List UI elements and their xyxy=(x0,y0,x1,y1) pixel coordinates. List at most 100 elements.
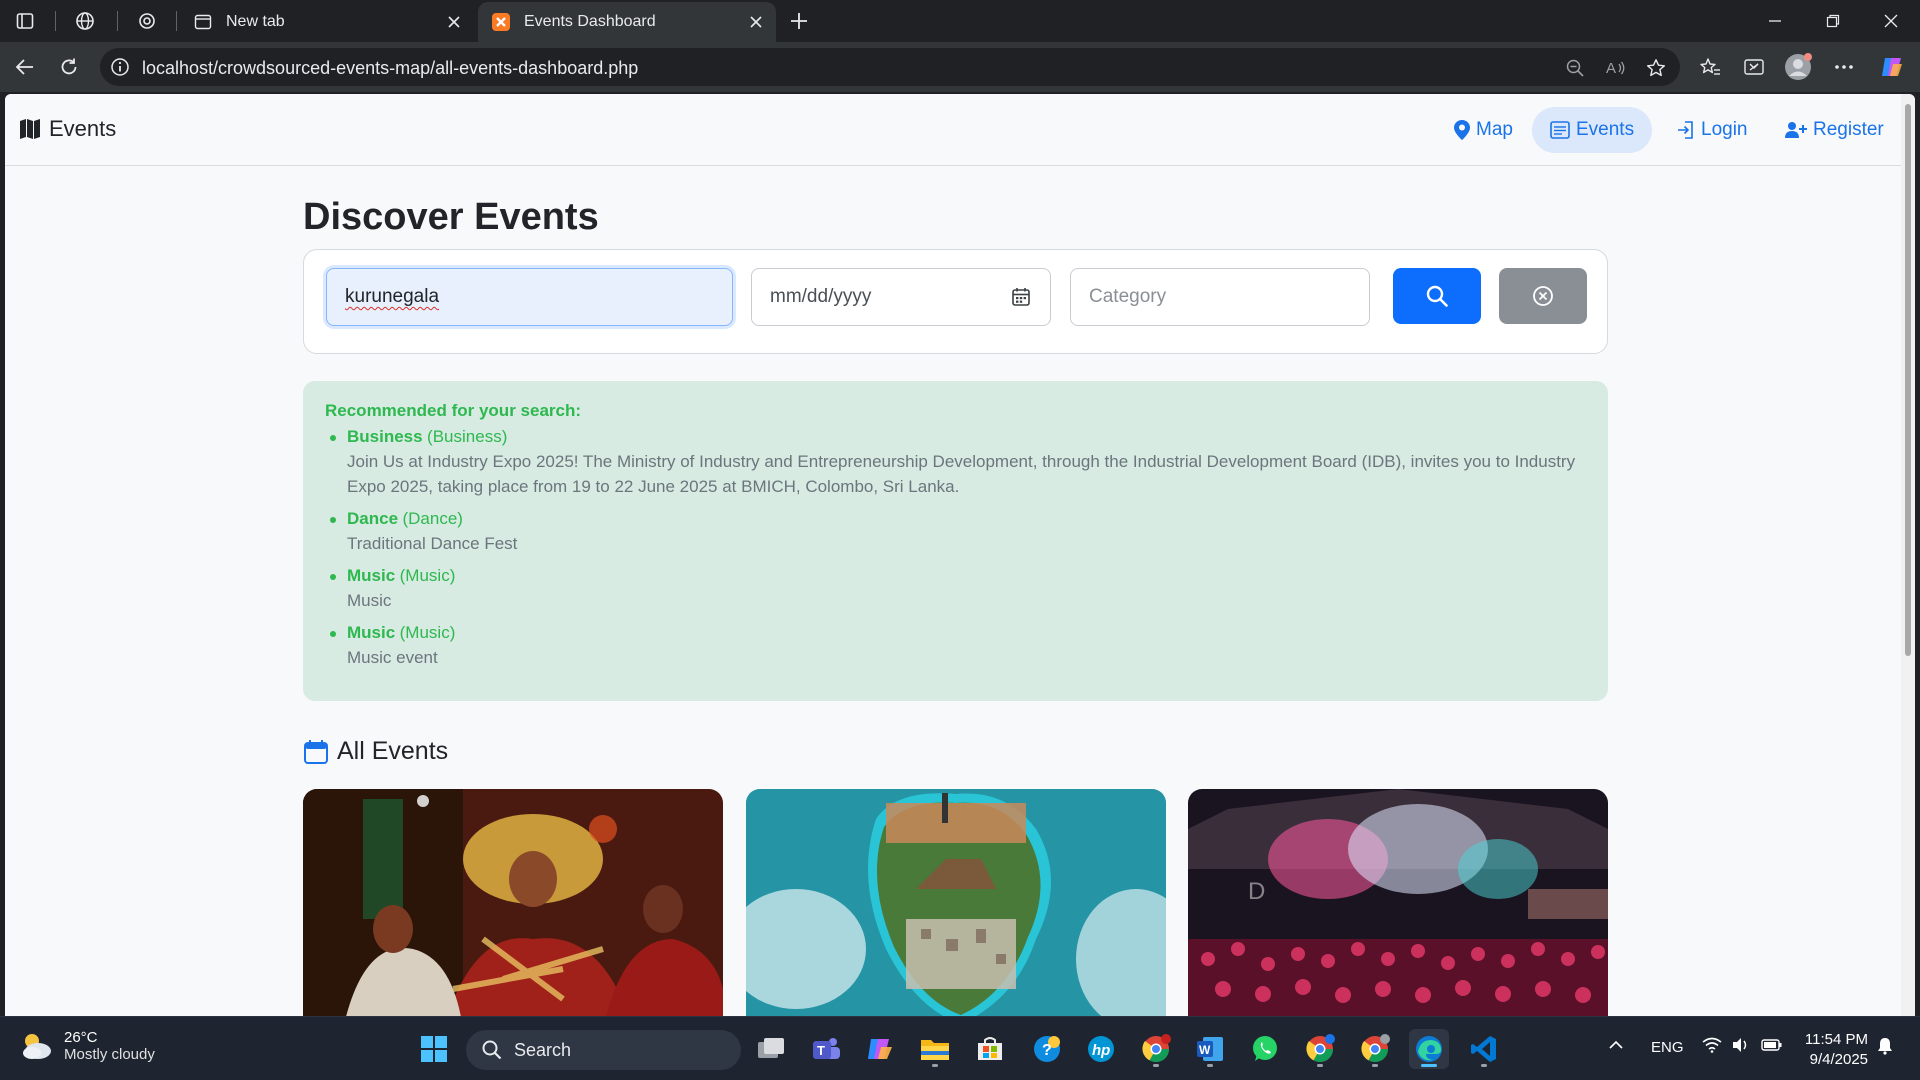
tab-new-tab[interactable]: New tab xyxy=(180,2,474,42)
nav-register-label: Register xyxy=(1813,119,1884,140)
event-card-business-image[interactable] xyxy=(746,789,1166,1016)
url-text: localhost/crowdsourced-events-map/all-ev… xyxy=(142,58,639,78)
windows-start-icon[interactable] xyxy=(414,1029,454,1069)
hp-app-icon[interactable]: hp xyxy=(1081,1029,1121,1069)
recommendation-item[interactable]: Business (Business) Join Us at Industry … xyxy=(325,427,1585,499)
get-help-icon[interactable]: ? xyxy=(1027,1029,1067,1069)
clear-search-button[interactable] xyxy=(1499,268,1587,324)
tab-title: New tab xyxy=(226,13,285,30)
wifi-icon[interactable] xyxy=(1702,1037,1722,1057)
edge-browser-icon[interactable] xyxy=(1409,1029,1449,1069)
search-icon xyxy=(1426,285,1448,307)
nav-login[interactable]: Login xyxy=(1659,107,1766,153)
svg-text:W: W xyxy=(1199,1043,1211,1057)
search-icon xyxy=(482,1040,502,1060)
taskbar-search-box[interactable]: Search xyxy=(466,1030,741,1070)
zoom-out-icon[interactable] xyxy=(1562,55,1588,81)
back-arrow-icon[interactable] xyxy=(8,51,42,83)
close-tab-icon[interactable] xyxy=(444,12,464,32)
scrollbar-thumb[interactable] xyxy=(1905,104,1911,656)
page-viewport: Events Map Events Login Register Discove… xyxy=(5,94,1915,1016)
recommendation-item[interactable]: Music (Music) Music xyxy=(325,566,1585,613)
close-window-icon[interactable] xyxy=(1862,0,1920,42)
chatgpt-icon[interactable] xyxy=(130,7,164,35)
show-hidden-icons-chevron-icon[interactable] xyxy=(1608,1037,1624,1057)
microsoft-store-icon[interactable] xyxy=(970,1029,1010,1069)
battery-icon[interactable] xyxy=(1761,1037,1783,1057)
recommendations-title: Recommended for your search: xyxy=(325,401,582,420)
chrome-profile-k-icon[interactable] xyxy=(1136,1029,1176,1069)
recommendation-description: Music event xyxy=(347,648,438,667)
user-plus-icon xyxy=(1785,122,1807,138)
recommendation-name: Business xyxy=(347,427,423,446)
copilot-icon[interactable] xyxy=(1876,52,1908,82)
whatsapp-icon[interactable] xyxy=(1245,1029,1285,1069)
date-placeholder: mm/dd/yyyy xyxy=(770,286,872,307)
vscode-icon[interactable] xyxy=(1464,1029,1504,1069)
category-input[interactable]: Category xyxy=(1070,268,1370,326)
recommendation-name: Dance xyxy=(347,509,399,528)
map-pin-icon xyxy=(1454,120,1470,140)
calendar-picker-icon[interactable] xyxy=(1012,287,1030,307)
list-icon xyxy=(1550,121,1570,139)
event-card-music-image[interactable]: D xyxy=(1188,789,1608,1016)
more-options-icon[interactable] xyxy=(1828,52,1860,82)
event-card-dance-image[interactable] xyxy=(303,789,723,1016)
svg-text:hp: hp xyxy=(1092,1042,1110,1059)
address-bar[interactable]: localhost/crowdsourced-events-map/all-ev… xyxy=(100,48,1680,86)
tab-events-dashboard[interactable]: Events Dashboard xyxy=(478,2,776,42)
location-search-input[interactable]: kurunegala xyxy=(326,268,733,326)
page-title: Discover Events xyxy=(303,196,599,238)
svg-text:T: T xyxy=(817,1043,825,1058)
new-tab-icon xyxy=(192,11,214,33)
page-scrollbar[interactable] xyxy=(1901,94,1915,1016)
weather-widget[interactable]: 26°C Mostly cloudy xyxy=(20,1029,155,1063)
reload-icon[interactable] xyxy=(52,51,86,83)
language-indicator[interactable]: ENG xyxy=(1651,1039,1684,1056)
word-icon[interactable]: W xyxy=(1190,1029,1230,1069)
svg-text:D: D xyxy=(1248,878,1265,905)
notifications-bell-icon[interactable] xyxy=(1876,1037,1894,1059)
browser-tab-bar: New tab Events Dashboard xyxy=(0,0,1920,42)
search-button[interactable] xyxy=(1393,268,1481,324)
nav-map-label: Map xyxy=(1476,119,1513,140)
restore-icon[interactable] xyxy=(1804,0,1862,42)
browser-toolbar: localhost/crowdsourced-events-map/all-ev… xyxy=(0,42,1920,92)
minimize-icon[interactable] xyxy=(1746,0,1804,42)
collections-icon[interactable] xyxy=(1738,52,1770,82)
teams-icon[interactable]: T xyxy=(806,1029,846,1069)
read-aloud-icon[interactable]: A xyxy=(1603,55,1629,81)
nav-events[interactable]: Events xyxy=(1532,107,1653,153)
site-brand[interactable]: Events xyxy=(19,116,116,142)
all-events-heading: All Events xyxy=(303,737,448,766)
recommendation-item[interactable]: Dance (Dance) Traditional Dance Fest xyxy=(325,509,1585,556)
task-view-icon[interactable] xyxy=(751,1029,791,1069)
site-header: Events Map Events Login Register xyxy=(5,94,1901,166)
profile-avatar[interactable] xyxy=(1782,52,1814,82)
tab-title: Events Dashboard xyxy=(524,13,656,30)
sidebar-toggle-icon[interactable] xyxy=(8,7,42,35)
recommendation-category: (Business) xyxy=(427,427,508,446)
copilot-app-icon[interactable] xyxy=(860,1029,900,1069)
system-clock[interactable]: 11:54 PM 9/4/2025 xyxy=(1800,1030,1868,1070)
recommendation-description: Music xyxy=(347,591,392,610)
nav-map[interactable]: Map xyxy=(1436,107,1531,153)
volume-icon[interactable] xyxy=(1731,1037,1751,1057)
new-tab-plus-icon[interactable] xyxy=(784,6,814,36)
calendar-icon xyxy=(304,739,328,764)
recommendation-description: Traditional Dance Fest xyxy=(347,534,518,553)
chrome-profile-3-icon[interactable] xyxy=(1355,1029,1395,1069)
site-info-icon[interactable] xyxy=(110,57,130,82)
chrome-profile-2-icon[interactable] xyxy=(1300,1029,1340,1069)
recommendations-list: Business (Business) Join Us at Industry … xyxy=(325,427,1585,680)
favorites-icon[interactable] xyxy=(1694,52,1726,82)
workspaces-globe-icon[interactable] xyxy=(68,7,102,35)
nav-register[interactable]: Register xyxy=(1767,107,1902,153)
recommendation-item[interactable]: Music (Music) Music event xyxy=(325,623,1585,670)
favorite-star-icon[interactable] xyxy=(1643,55,1669,81)
location-input-value: kurunegala xyxy=(345,286,440,307)
recommendation-category: (Music) xyxy=(399,623,456,642)
date-input[interactable]: mm/dd/yyyy xyxy=(751,268,1051,326)
file-explorer-icon[interactable] xyxy=(915,1029,955,1069)
close-tab-icon[interactable] xyxy=(746,12,766,32)
